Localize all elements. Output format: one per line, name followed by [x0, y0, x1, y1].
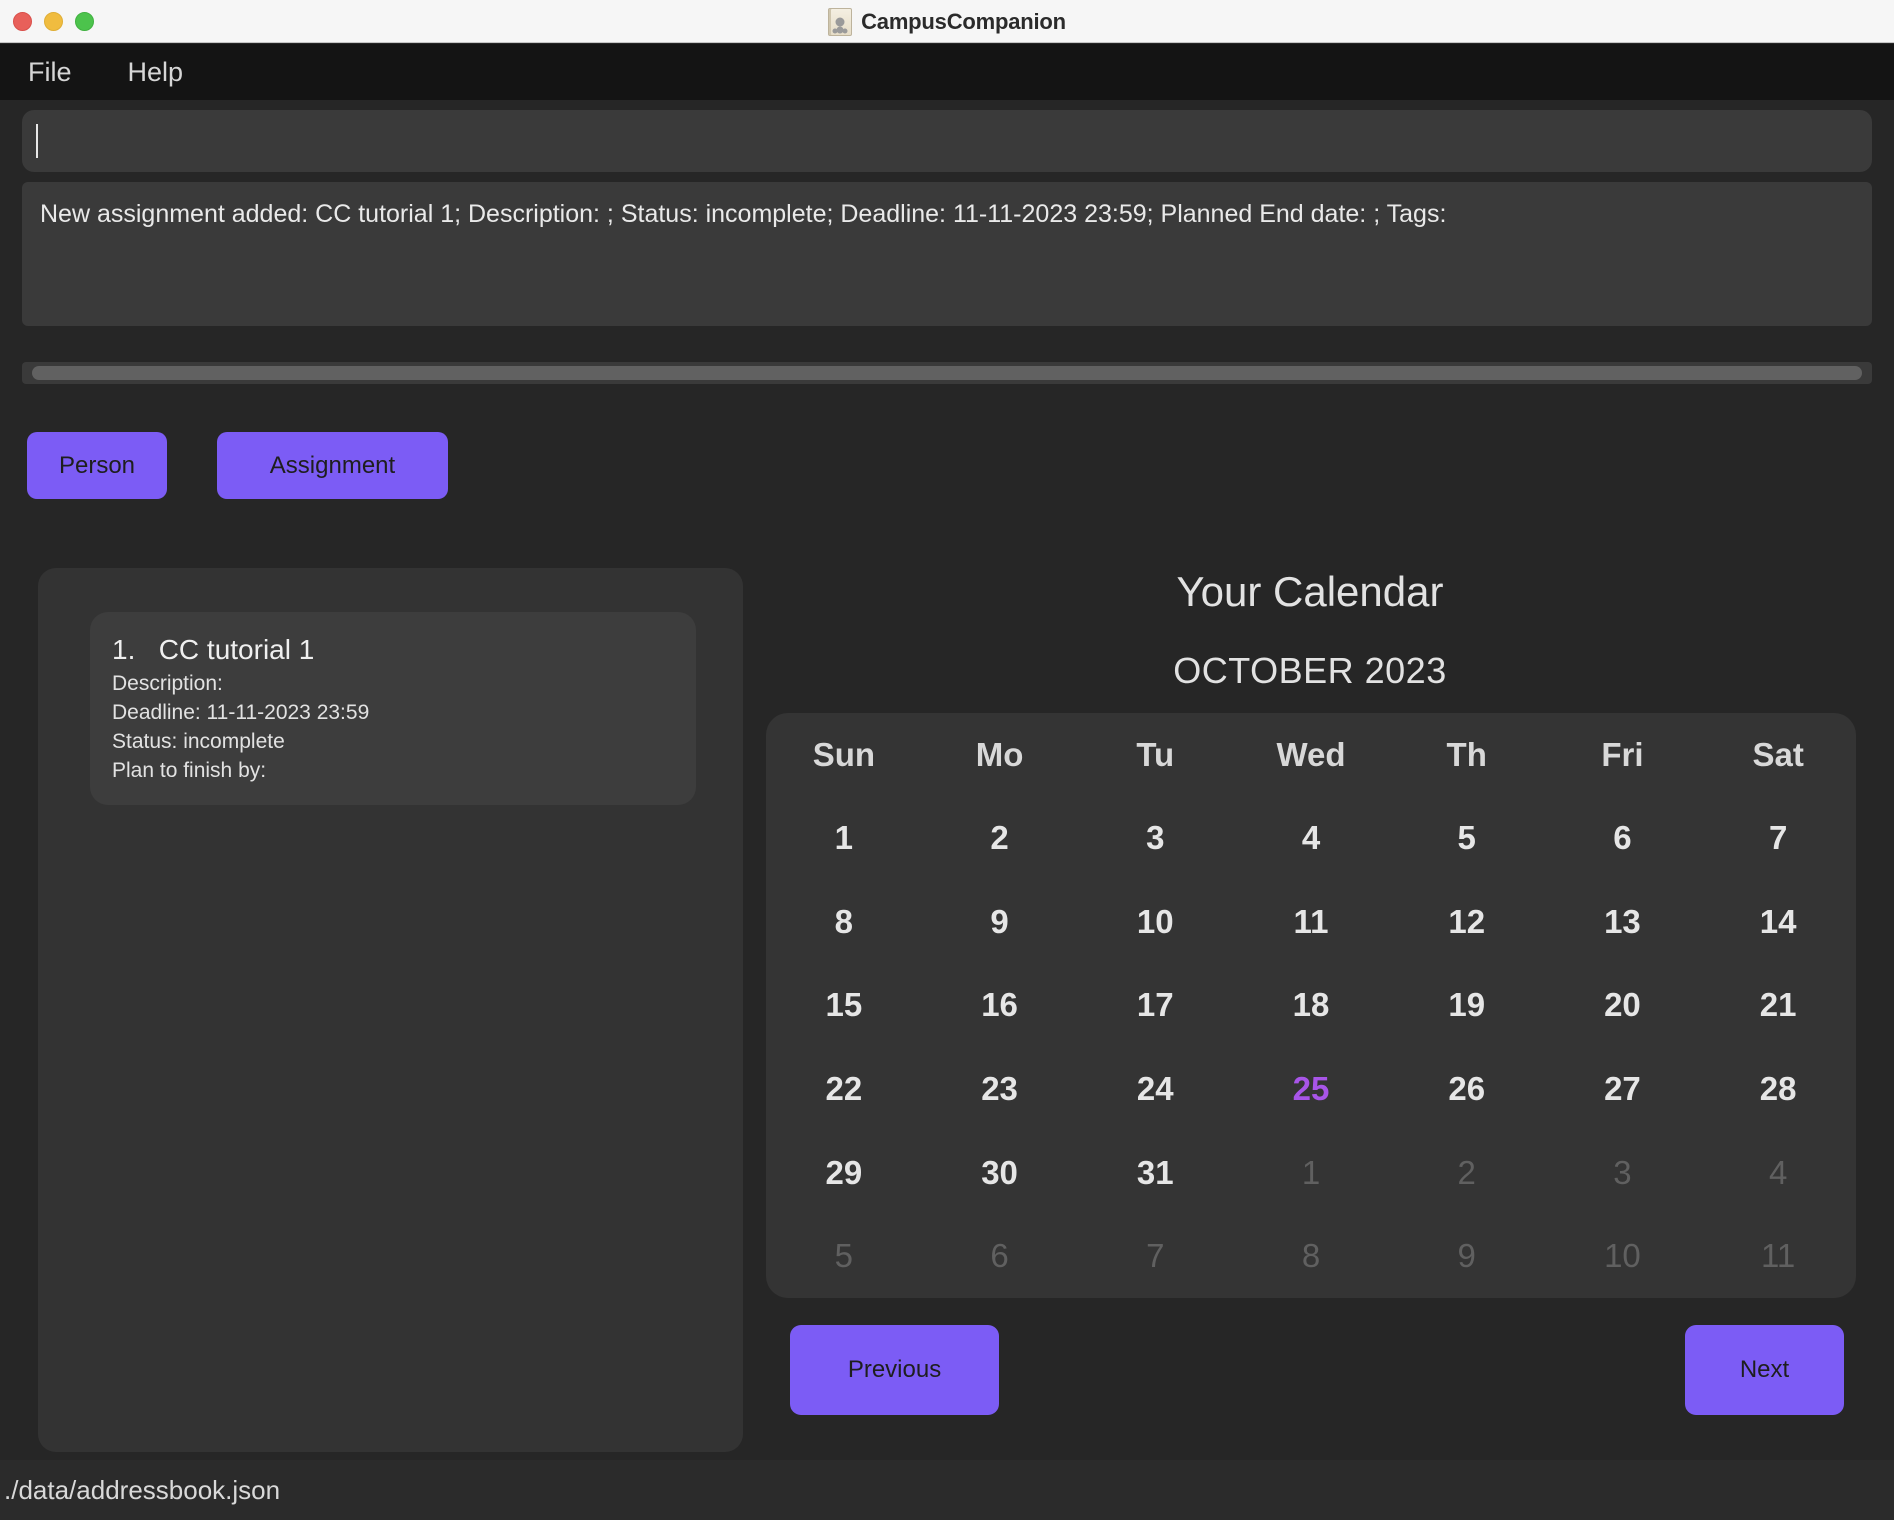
address-book-icon	[828, 7, 853, 36]
calendar-heading: Your Calendar	[1176, 568, 1444, 615]
status-file-path: ./data/addressbook.json	[4, 1474, 281, 1505]
assignment-name: CC tutorial 1	[158, 634, 315, 665]
command-input[interactable]	[22, 110, 1872, 172]
result-text: New assignment added: CC tutorial 1; Des…	[40, 200, 1447, 228]
calendar-day-cell[interactable]: 20	[1604, 986, 1641, 1024]
calendar-day-cell[interactable]: 2	[1458, 1154, 1476, 1192]
assignment-plan: Plan to finish by:	[112, 758, 267, 782]
text-caret	[36, 124, 38, 158]
calendar-day-cell[interactable]: 5	[1458, 819, 1476, 857]
calendar-day-cell[interactable]: 7	[1146, 1237, 1164, 1275]
calendar-day-cell[interactable]: 14	[1760, 903, 1797, 941]
calendar-day-cell[interactable]: 24	[1137, 1070, 1174, 1108]
assignment-deadline: Deadline: 11-11-2023 23:59	[112, 700, 370, 724]
menu-item-help[interactable]: Help	[128, 57, 184, 88]
next-month-button[interactable]: Next	[1685, 1325, 1844, 1415]
result-display[interactable]: New assignment added: CC tutorial 1; Des…	[22, 182, 1872, 326]
calendar-day-cell[interactable]: 8	[1302, 1237, 1320, 1275]
assignment-title: 1. CC tutorial 1	[112, 634, 696, 666]
calendar-day-cell[interactable]: 3	[1146, 819, 1164, 857]
status-bar: ./data/addressbook.json	[0, 1460, 1894, 1520]
calendar-day-cell[interactable]: 3	[1613, 1154, 1631, 1192]
list-item[interactable]: 1. CC tutorial 1 Description: Deadline: …	[90, 612, 696, 805]
assignment-status: Status: incomplete	[112, 729, 285, 753]
calendar-day-cell[interactable]: 6	[1613, 819, 1631, 857]
calendar-day-header: Wed	[1276, 735, 1346, 773]
calendar-day-cell[interactable]: 7	[1769, 819, 1787, 857]
calendar-day-header: Fri	[1601, 735, 1644, 773]
assignment-list-panel: 1. CC tutorial 1 Description: Deadline: …	[38, 568, 743, 1452]
calendar-grid: Sun Mo Tu Wed Th Fri Sat 1 2 3 4 5 6 7 8 9 10 11 12 13 14 15 1…	[766, 713, 1856, 1298]
calendar-day-cell[interactable]: 1	[835, 819, 853, 857]
calendar-day-cell[interactable]: 9	[990, 903, 1008, 941]
calendar-day-cell[interactable]: 11	[1761, 1237, 1795, 1275]
window-title: CampusCompanion	[861, 8, 1066, 34]
assignment-index: 1.	[112, 634, 136, 665]
person-button[interactable]: Person	[27, 432, 167, 499]
calendar-day-cell[interactable]: 10	[1604, 1237, 1641, 1275]
calendar-day-cell[interactable]: 28	[1760, 1070, 1797, 1108]
calendar-day-cell[interactable]: 29	[825, 1154, 862, 1192]
calendar-day-cell[interactable]: 4	[1769, 1154, 1787, 1192]
calendar-day-cell[interactable]: 5	[835, 1237, 853, 1275]
calendar-month-label: OCTOBER 2023	[1173, 650, 1447, 691]
calendar-day-cell[interactable]: 10	[1137, 903, 1174, 941]
calendar-day-cell[interactable]: 8	[835, 903, 853, 941]
calendar-day-cell[interactable]: 21	[1760, 986, 1797, 1024]
app-window: CampusCompanion File Help New assignment…	[0, 0, 1894, 1520]
scrollbar-thumb[interactable]	[32, 366, 1862, 380]
calendar-day-header: Sat	[1752, 735, 1804, 773]
window-title-group: CampusCompanion	[0, 0, 1894, 43]
menu-bar: File Help	[0, 44, 1894, 100]
calendar-day-cell[interactable]: 13	[1604, 903, 1641, 941]
calendar-day-header: Sun	[812, 735, 876, 773]
title-bar: CampusCompanion	[0, 0, 1894, 43]
assignment-description: Description:	[112, 672, 223, 695]
calendar-day-cell[interactable]: 9	[1458, 1237, 1476, 1275]
calendar-day-cell[interactable]: 23	[981, 1070, 1018, 1108]
calendar-day-header: Tu	[1136, 735, 1175, 773]
calendar-day-cell[interactable]: 6	[990, 1237, 1008, 1275]
calendar-day-cell[interactable]: 4	[1302, 819, 1320, 857]
calendar-day-cell[interactable]: 12	[1448, 903, 1485, 941]
calendar-day-cell[interactable]: 22	[825, 1070, 862, 1108]
calendar-day-cell[interactable]: 18	[1293, 986, 1330, 1024]
calendar-day-cell[interactable]: 11	[1294, 903, 1329, 941]
calendar-day-header: Mo	[975, 735, 1024, 773]
calendar-day-cell[interactable]: 15	[825, 986, 862, 1024]
calendar-day-cell[interactable]: 17	[1137, 986, 1174, 1024]
calendar-day-cell[interactable]: 26	[1448, 1070, 1485, 1108]
calendar-day-cell[interactable]: 1	[1302, 1154, 1320, 1192]
calendar-day-cell[interactable]: 31	[1137, 1154, 1174, 1192]
calendar-day-cell[interactable]: 19	[1448, 986, 1485, 1024]
menu-item-file[interactable]: File	[28, 57, 72, 88]
calendar-day-cell[interactable]: 30	[981, 1154, 1018, 1192]
calendar-day-cell[interactable]: 27	[1604, 1070, 1641, 1108]
previous-month-button[interactable]: Previous	[790, 1325, 999, 1415]
calendar-day-header: Th	[1446, 735, 1487, 773]
assignment-button[interactable]: Assignment	[217, 432, 448, 499]
result-horizontal-scrollbar[interactable]	[22, 362, 1872, 384]
calendar-day-cell[interactable]: 2	[990, 819, 1008, 857]
calendar-day-today[interactable]: 25	[1293, 1070, 1330, 1108]
calendar-day-cell[interactable]: 16	[981, 986, 1018, 1024]
